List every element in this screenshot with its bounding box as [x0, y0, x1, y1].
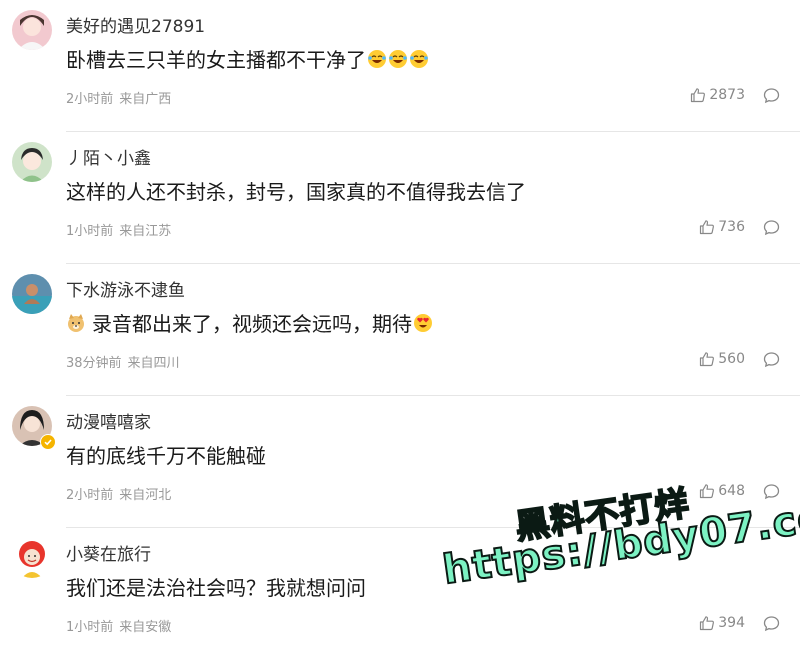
thumbs-up-icon [700, 484, 715, 499]
comment-item: 下水游泳不逮鱼 录音都出来了，视频还会远吗，期待 38分钟前 来自四川 560 [0, 264, 800, 396]
like-button[interactable]: 648 [699, 483, 745, 499]
comment-text: 有的底线千万不能触碰 [66, 440, 266, 469]
laughing-crying-emoji-icon [388, 49, 408, 69]
comment-meta: 2小时前 来自河北 [66, 484, 171, 503]
comment-item: 丿陌丶小鑫 这样的人还不封杀，封号，国家真的不值得我去信了 1小时前 来自江苏 7… [0, 132, 800, 264]
comment-text-content: 这样的人还不封杀，封号，国家真的不值得我去信了 [66, 180, 526, 204]
comment-meta: 1小时前 来自安徽 [66, 616, 171, 635]
thumbs-up-icon [700, 220, 715, 235]
comment-meta: 38分钟前 来自四川 [66, 352, 180, 371]
username[interactable]: 小葵在旅行 [66, 540, 151, 565]
like-count: 394 [718, 615, 745, 631]
username[interactable]: 动漫嘻嘻家 [66, 408, 151, 433]
like-count: 560 [718, 351, 745, 367]
doge-emoji-icon [66, 313, 86, 333]
comment-location: 来自四川 [127, 356, 180, 371]
avatar[interactable] [12, 142, 52, 182]
like-count: 736 [718, 219, 745, 235]
avatar[interactable] [12, 274, 52, 314]
comment-meta: 2小时前 来自广西 [66, 88, 171, 107]
comment-text-content: 录音都出来了，视频还会远吗，期待 [92, 312, 412, 336]
username[interactable]: 丿陌丶小鑫 [66, 144, 151, 169]
comment-location: 来自江苏 [119, 224, 172, 239]
thumbs-up-icon [700, 616, 715, 631]
avatar[interactable] [12, 538, 52, 578]
comment-bubble-icon[interactable] [763, 87, 780, 104]
comment-location: 来自广西 [119, 92, 172, 107]
comment-text-content: 我们还是法治社会吗？我就想问问 [66, 576, 366, 600]
comment-meta: 1小时前 来自江苏 [66, 220, 171, 239]
like-button[interactable]: 394 [699, 615, 745, 631]
heart-eyes-emoji-icon [413, 313, 433, 333]
comment-time: 2小时前 [66, 488, 114, 503]
username[interactable]: 美好的遇见27891 [66, 12, 205, 37]
comment-bubble-icon[interactable] [763, 351, 780, 368]
comment-bubble-icon[interactable] [763, 219, 780, 236]
avatar[interactable] [12, 10, 52, 50]
comment-text: 录音都出来了，视频还会远吗，期待 [66, 308, 433, 337]
comment-location: 来自河北 [119, 488, 172, 503]
laughing-crying-emoji-icon [409, 49, 429, 69]
comment-text: 这样的人还不封杀，封号，国家真的不值得我去信了 [66, 176, 526, 205]
comment-item: 美好的遇见27891 卧槽去三只羊的女主播都不干净了 2小时前 来自广西 2873 [0, 0, 800, 132]
comment-time: 2小时前 [66, 92, 114, 107]
comment-time: 1小时前 [66, 224, 114, 239]
comment-time: 1小时前 [66, 620, 114, 635]
comment-bubble-icon[interactable] [763, 483, 780, 500]
comment-bubble-icon[interactable] [763, 615, 780, 632]
comment-time: 38分钟前 [66, 356, 122, 371]
thumbs-up-icon [700, 352, 715, 367]
comment-text-content: 有的底线千万不能触碰 [66, 444, 266, 468]
username[interactable]: 下水游泳不逮鱼 [66, 276, 185, 301]
laughing-crying-emoji-icon [367, 49, 387, 69]
comment-text: 卧槽去三只羊的女主播都不干净了 [66, 44, 429, 73]
thumbs-up-icon [691, 88, 706, 103]
like-button[interactable]: 2873 [690, 87, 745, 103]
like-count: 2873 [709, 87, 745, 103]
like-button[interactable]: 560 [699, 351, 745, 367]
like-count: 648 [718, 483, 745, 499]
comment-location: 来自安徽 [119, 620, 172, 635]
comment-text-content: 卧槽去三只羊的女主播都不干净了 [66, 48, 366, 72]
like-button[interactable]: 736 [699, 219, 745, 235]
verified-badge-icon [40, 434, 56, 450]
comment-text: 我们还是法治社会吗？我就想问问 [66, 572, 366, 601]
